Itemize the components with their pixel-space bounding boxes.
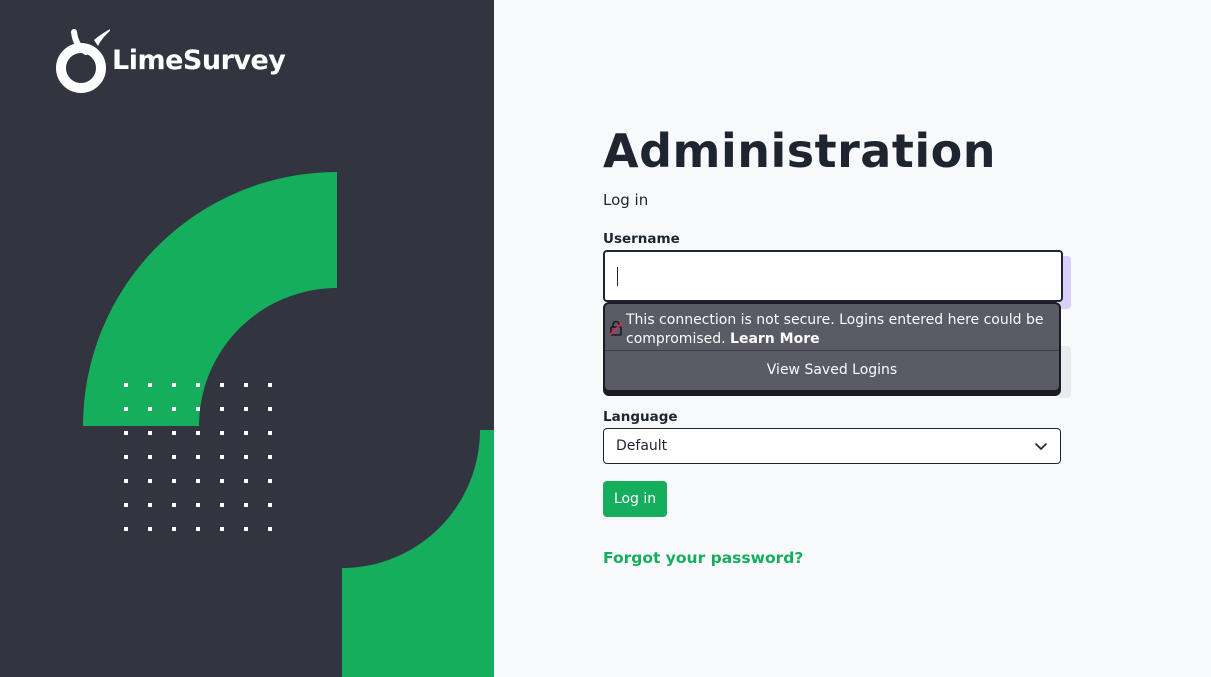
username-input[interactable] — [603, 250, 1063, 302]
login-button[interactable]: Log in — [603, 481, 667, 517]
decorative-dot — [196, 527, 200, 531]
decorative-shapes — [83, 172, 494, 677]
decorative-dot — [172, 527, 176, 531]
decorative-dot — [244, 479, 248, 483]
decorative-dot — [220, 479, 224, 483]
decorative-dot — [148, 503, 152, 507]
decorative-dot — [244, 407, 248, 411]
decorative-dot — [268, 455, 272, 459]
login-panel: Administration Log in Username This conn… — [494, 0, 1211, 677]
forgot-password-link[interactable]: Forgot your password? — [603, 549, 803, 567]
decorative-dot — [196, 479, 200, 483]
limesurvey-logo[interactable]: LimeSurvey — [54, 26, 286, 94]
autofill-popup: This connection is not secure. Logins en… — [603, 302, 1061, 396]
decorative-dot — [196, 431, 200, 435]
decorative-dot — [220, 455, 224, 459]
decorative-dot — [244, 455, 248, 459]
decorative-dot — [220, 407, 224, 411]
decorative-dot — [124, 383, 128, 387]
decorative-dot — [220, 503, 224, 507]
decorative-dot — [124, 479, 128, 483]
insecure-message: This connection is not secure. Logins en… — [626, 311, 1047, 349]
decorative-dot — [148, 479, 152, 483]
brand-name: LimeSurvey — [112, 44, 286, 76]
page-title: Administration — [603, 124, 996, 178]
decorative-dot — [244, 527, 248, 531]
decorative-dot — [124, 455, 128, 459]
insecure-warning: This connection is not secure. Logins en… — [605, 304, 1059, 350]
decorative-dot — [124, 407, 128, 411]
decorative-dot — [172, 383, 176, 387]
decorative-dot — [196, 455, 200, 459]
language-label: Language — [603, 409, 678, 425]
decorative-dot — [268, 503, 272, 507]
limesurvey-logo-icon — [56, 29, 110, 93]
decorative-dot — [148, 527, 152, 531]
learn-more-link[interactable]: Learn More — [730, 331, 820, 347]
decorative-dot — [244, 503, 248, 507]
decorative-dot — [172, 455, 176, 459]
decorative-dot — [148, 431, 152, 435]
page-subtitle: Log in — [603, 191, 649, 209]
decorative-dot — [148, 407, 152, 411]
decorative-dot — [196, 503, 200, 507]
decorative-dot — [172, 431, 176, 435]
decorative-dot — [268, 383, 272, 387]
decorative-dot — [148, 383, 152, 387]
decorative-dot — [220, 383, 224, 387]
decorative-dot — [172, 479, 176, 483]
decorative-dot — [196, 383, 200, 387]
decorative-dot — [172, 407, 176, 411]
language-select[interactable]: Default — [603, 428, 1061, 464]
username-label: Username — [603, 231, 680, 247]
decorative-dot — [268, 431, 272, 435]
warning-text: This connection is not secure. Logins en… — [626, 312, 1044, 347]
decorative-dot — [148, 455, 152, 459]
insecure-lock-icon — [609, 320, 623, 336]
decorative-dot — [172, 503, 176, 507]
decorative-dot — [196, 407, 200, 411]
decorative-dot — [124, 503, 128, 507]
decorative-dot — [268, 527, 272, 531]
decorative-dot — [268, 479, 272, 483]
decorative-dot — [124, 527, 128, 531]
language-selected-value: Default — [616, 438, 668, 454]
view-saved-logins-button[interactable]: View Saved Logins — [605, 351, 1059, 390]
decorative-dot — [124, 431, 128, 435]
text-caret — [617, 267, 618, 286]
decorative-dot — [268, 407, 272, 411]
decorative-dot — [244, 431, 248, 435]
decorative-dot — [220, 431, 224, 435]
decorative-dot — [220, 527, 224, 531]
decorative-dot — [244, 383, 248, 387]
brand-panel: LimeSurvey — [0, 0, 494, 677]
chevron-down-icon — [1035, 443, 1047, 450]
